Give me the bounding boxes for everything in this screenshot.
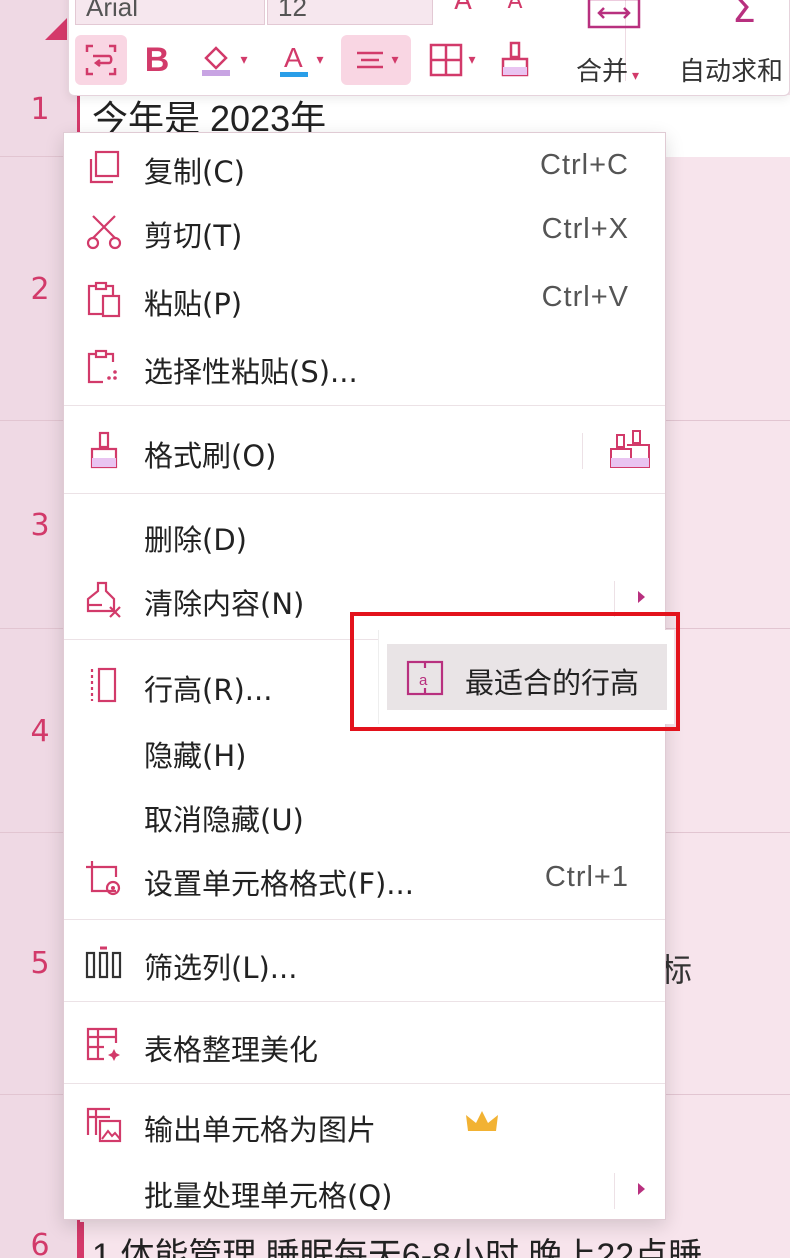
menu-item-unhide[interactable]: 取消隐藏(U) xyxy=(64,785,665,845)
menu-item-format-painter[interactable]: 格式刷(O) xyxy=(64,421,665,481)
row-number-1[interactable]: 1 xyxy=(0,92,80,127)
menu-item-format-cells[interactable]: 设置单元格格式(F)... Ctrl+1 xyxy=(64,849,665,909)
menu-item-filter-columns[interactable]: 筛选列(L)... xyxy=(64,933,665,993)
menu-item-label: 输出单元格为图片 xyxy=(144,1113,377,1147)
submenu-arrow-icon xyxy=(638,1183,645,1195)
export-image-icon xyxy=(84,1105,124,1145)
font-grow-icon[interactable]: A xyxy=(443,0,483,21)
format-painter-icon xyxy=(84,431,124,471)
select-all-corner[interactable] xyxy=(45,18,67,40)
menu-item-label: 行高(R)... xyxy=(144,673,273,707)
font-name-value: Arial xyxy=(86,0,139,22)
menu-item-label: 筛选列(L)... xyxy=(144,951,298,985)
menu-item-hide[interactable]: 隐藏(H) xyxy=(64,721,665,781)
table-beautify-icon xyxy=(84,1025,124,1065)
autofit-row-height-icon: a xyxy=(405,658,445,698)
font-color-icon[interactable]: A ▾ xyxy=(265,35,335,85)
align-center-icon[interactable]: ▾ xyxy=(341,35,411,85)
active-row-marker xyxy=(80,1222,84,1258)
menu-item-cut[interactable]: 剪切(T) Ctrl+X xyxy=(64,201,665,261)
menu-item-copy[interactable]: 复制(C) Ctrl+C xyxy=(64,137,665,197)
mini-toolbar: Arial 12 A A B ▾ A ▾ ▾ ▾ 合并 ▾ Σ 自动求和 xyxy=(68,0,790,96)
eraser-icon xyxy=(84,579,124,619)
merge-label: 合并 xyxy=(576,57,629,87)
wrap-text-icon[interactable] xyxy=(75,35,127,85)
merge-cells-icon[interactable] xyxy=(584,0,644,35)
font-size-value: 12 xyxy=(278,0,307,22)
menu-item-label: 设置单元格格式(F)... xyxy=(144,867,414,901)
menu-separator xyxy=(64,1083,665,1084)
crown-icon xyxy=(464,1107,500,1141)
paste-special-icon xyxy=(84,347,124,387)
filter-columns-icon xyxy=(84,943,124,983)
svg-text:a: a xyxy=(419,672,428,689)
menu-separator xyxy=(64,405,665,406)
menu-item-label: 隐藏(H) xyxy=(144,739,247,773)
menu-item-delete[interactable]: 删除(D) xyxy=(64,505,665,565)
menu-item-label: 表格整理美化 xyxy=(144,1033,319,1067)
menu-item-paste-special[interactable]: 选择性粘贴(S)... xyxy=(64,337,665,397)
row-height-submenu: a 最适合的行高 xyxy=(378,630,674,724)
menu-item-divider xyxy=(582,433,583,469)
format-painter-continuous-icon[interactable] xyxy=(609,429,651,475)
menu-item-label: 复制(C) xyxy=(144,155,245,189)
menu-item-batch-process[interactable]: 批量处理单元格(Q) xyxy=(64,1161,665,1221)
format-painter-icon[interactable] xyxy=(493,35,537,85)
menu-item-label: 删除(D) xyxy=(144,523,247,557)
menu-item-shortcut: Ctrl+X xyxy=(541,213,629,245)
svg-text:A: A xyxy=(284,42,303,73)
menu-item-divider xyxy=(614,1173,615,1209)
submenu-item-label: 最适合的行高 xyxy=(465,666,640,700)
menu-item-paste[interactable]: 粘贴(P) Ctrl+V xyxy=(64,269,665,329)
row-number-6[interactable]: 6 xyxy=(0,1228,80,1258)
bold-icon[interactable]: B xyxy=(135,35,179,85)
menu-item-shortcut: Ctrl+C xyxy=(540,149,629,181)
font-name-select[interactable]: Arial xyxy=(75,0,265,25)
menu-item-shortcut: Ctrl+1 xyxy=(544,861,629,893)
menu-separator xyxy=(64,493,665,494)
menu-item-label: 剪切(T) xyxy=(144,219,243,253)
menu-item-table-beautify[interactable]: 表格整理美化 xyxy=(64,1015,665,1075)
menu-item-label: 清除内容(N) xyxy=(144,587,305,621)
scissors-icon xyxy=(84,211,124,251)
menu-item-divider xyxy=(614,581,615,617)
menu-item-label: 粘贴(P) xyxy=(144,287,243,321)
sum-icon[interactable]: Σ xyxy=(719,0,769,31)
fill-color-icon[interactable]: ▾ xyxy=(187,35,257,85)
menu-item-shortcut: Ctrl+V xyxy=(541,281,629,313)
borders-icon[interactable]: ▾ xyxy=(419,35,485,85)
font-size-select[interactable]: 12 xyxy=(267,0,433,25)
cell-format-icon xyxy=(84,859,124,899)
merge-button[interactable]: 合并 ▾ xyxy=(576,51,639,88)
menu-item-label: 格式刷(O) xyxy=(144,439,277,473)
menu-separator xyxy=(64,919,665,920)
cell-row6-text: 1.体能管理 睡眠每天6-8小时 晚上22点睡 xyxy=(92,1237,703,1258)
autosum-button[interactable]: 自动求和 xyxy=(679,51,783,88)
font-shrink-icon[interactable]: A xyxy=(495,0,535,21)
menu-item-export-image[interactable]: 输出单元格为图片 xyxy=(64,1095,665,1155)
menu-item-label: 选择性粘贴(S)... xyxy=(144,355,358,389)
menu-item-label: 取消隐藏(U) xyxy=(144,803,304,837)
row-height-icon xyxy=(84,665,124,705)
menu-item-label: 批量处理单元格(Q) xyxy=(144,1179,393,1213)
menu-item-clear-contents[interactable]: 清除内容(N) xyxy=(64,569,665,629)
submenu-item-autofit-row-height[interactable]: a 最适合的行高 xyxy=(387,644,667,710)
menu-separator xyxy=(64,1001,665,1002)
copy-icon xyxy=(84,147,124,187)
submenu-arrow-icon xyxy=(638,591,645,603)
paste-icon xyxy=(84,279,124,319)
